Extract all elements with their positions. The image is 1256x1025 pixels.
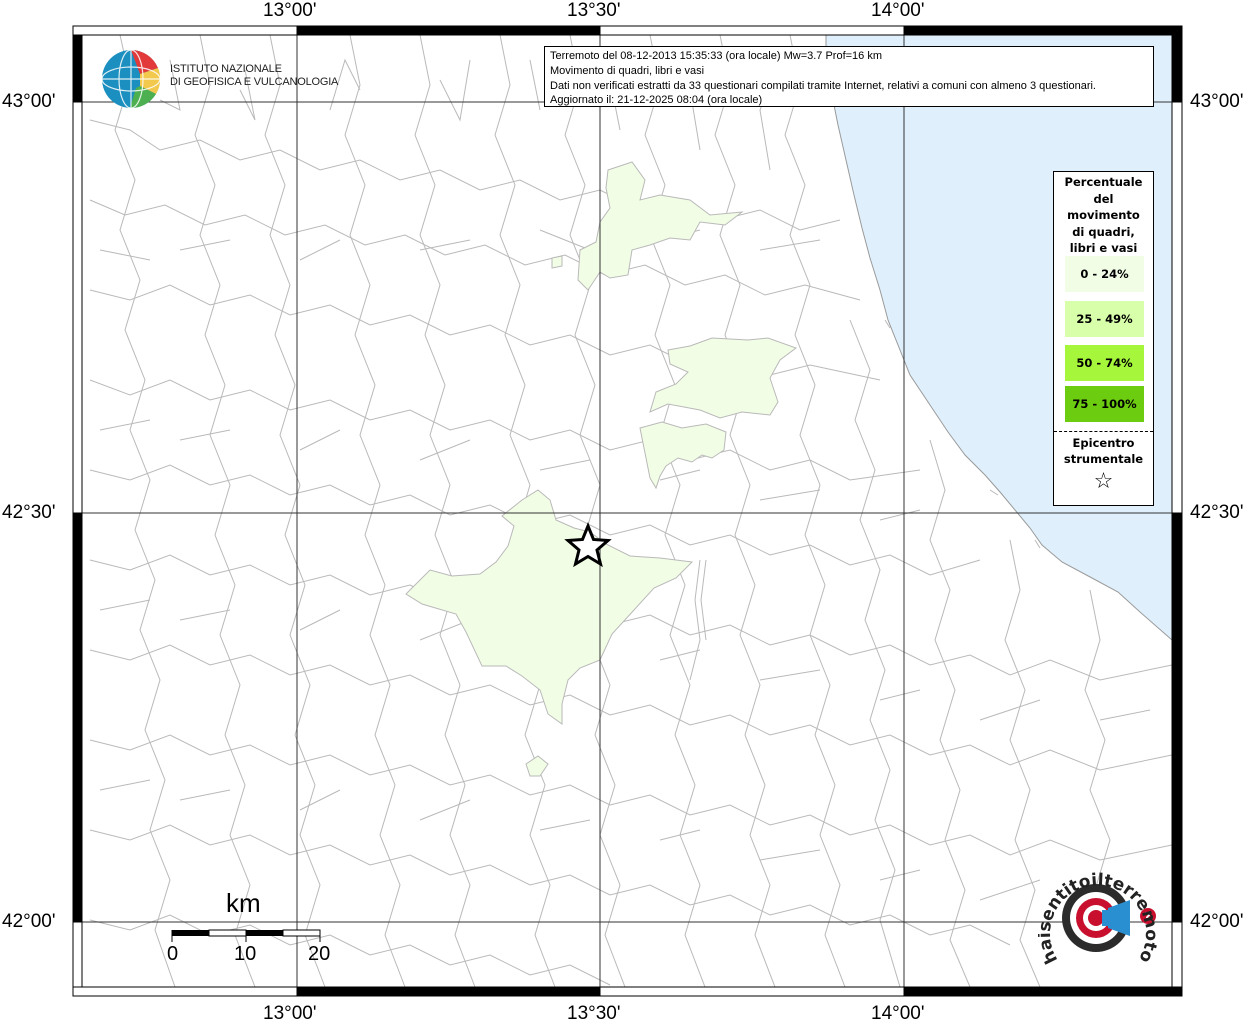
legend-class-50-74: 50 - 74% <box>1065 345 1144 381</box>
scale-unit: km <box>226 888 261 918</box>
legend-star-icon: ☆ <box>1093 469 1114 494</box>
felt-area-2 <box>551 255 563 269</box>
scale-tick-20: 20 <box>308 943 331 965</box>
lon-label-top-1330: 13°30' <box>567 0 621 21</box>
legend-title-line: di quadri, <box>1072 224 1135 239</box>
legend-class-0-24: 0 - 24% <box>1065 256 1144 292</box>
institute-line-1: ISTITUTO NAZIONALE <box>170 63 282 75</box>
legend-separator <box>1054 431 1153 432</box>
event-info-box: Terremoto del 08-12-2013 15:35:33 (ora l… <box>544 46 1154 107</box>
legend-class-25-49: 25 - 49% <box>1065 301 1144 337</box>
lat-label-right-4230: 42°30' <box>1190 502 1244 523</box>
legend-epicenter-line-1: Epicentro <box>1072 436 1135 450</box>
legend-title-line: movimento <box>1067 208 1140 223</box>
legend-class-75-100: 75 - 100% <box>1065 386 1144 422</box>
lon-label-top-1300: 13°00' <box>263 0 317 21</box>
lon-label-bottom-1330: 13°30' <box>567 1003 621 1024</box>
legend-title-line: libri e vasi <box>1069 241 1138 256</box>
legend-title-line: Percentuale <box>1064 175 1143 189</box>
lat-label-left-4230: 42°30' <box>2 502 56 523</box>
scale-tick-10: 10 <box>234 943 257 965</box>
lon-label-bottom-1300: 13°00' <box>263 1003 317 1024</box>
haisentitoilterremoto-logo-icon: ? haisentitoilterremoto.it <box>1038 860 1161 967</box>
legend-title: Percentuale del movimento di quadri, lib… <box>1054 174 1153 257</box>
institute-name: ISTITUTO NAZIONALE DI GEOFISICA E VULCAN… <box>170 63 338 89</box>
legend-epicenter-line-2: strumentale <box>1063 452 1144 466</box>
event-updated: Aggiornato il: 21-12-2025 08:04 (ora loc… <box>550 94 763 107</box>
event-data-note: Dati non verificati estratti da 33 quest… <box>550 79 1096 92</box>
legend-title-line: del <box>1093 191 1114 206</box>
ingv-logo-icon <box>101 49 161 109</box>
lat-label-right-4300: 43°00' <box>1190 91 1244 112</box>
lat-label-right-4200: 42°00' <box>1190 911 1244 932</box>
scale-tick-0: 0 <box>167 943 179 965</box>
legend-epicenter-label: Epicentro strumentale <box>1054 435 1153 467</box>
event-subtitle: Movimento di quadri, libri e vasi <box>550 64 705 77</box>
legend: Percentuale del movimento di quadri, lib… <box>1053 171 1154 506</box>
map-area <box>82 35 1172 987</box>
lon-label-top-1400: 14°00' <box>871 0 925 21</box>
event-title: Terremoto del 08-12-2013 15:35:33 (ora l… <box>550 50 883 62</box>
lat-label-left-4300: 43°00' <box>2 91 56 112</box>
institute-line-2: DI GEOFISICA E VULCANOLOGIA <box>170 76 339 88</box>
lat-label-left-4200: 42°00' <box>2 911 56 932</box>
lon-label-bottom-1400: 14°00' <box>871 1003 925 1024</box>
